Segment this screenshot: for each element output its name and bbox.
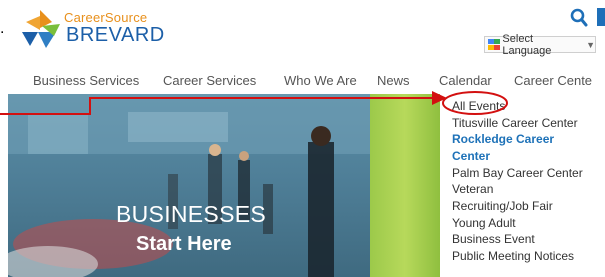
annotation-circle — [442, 91, 508, 115]
annotation-arrow-line — [0, 97, 432, 115]
annotation-overlay — [0, 91, 508, 115]
